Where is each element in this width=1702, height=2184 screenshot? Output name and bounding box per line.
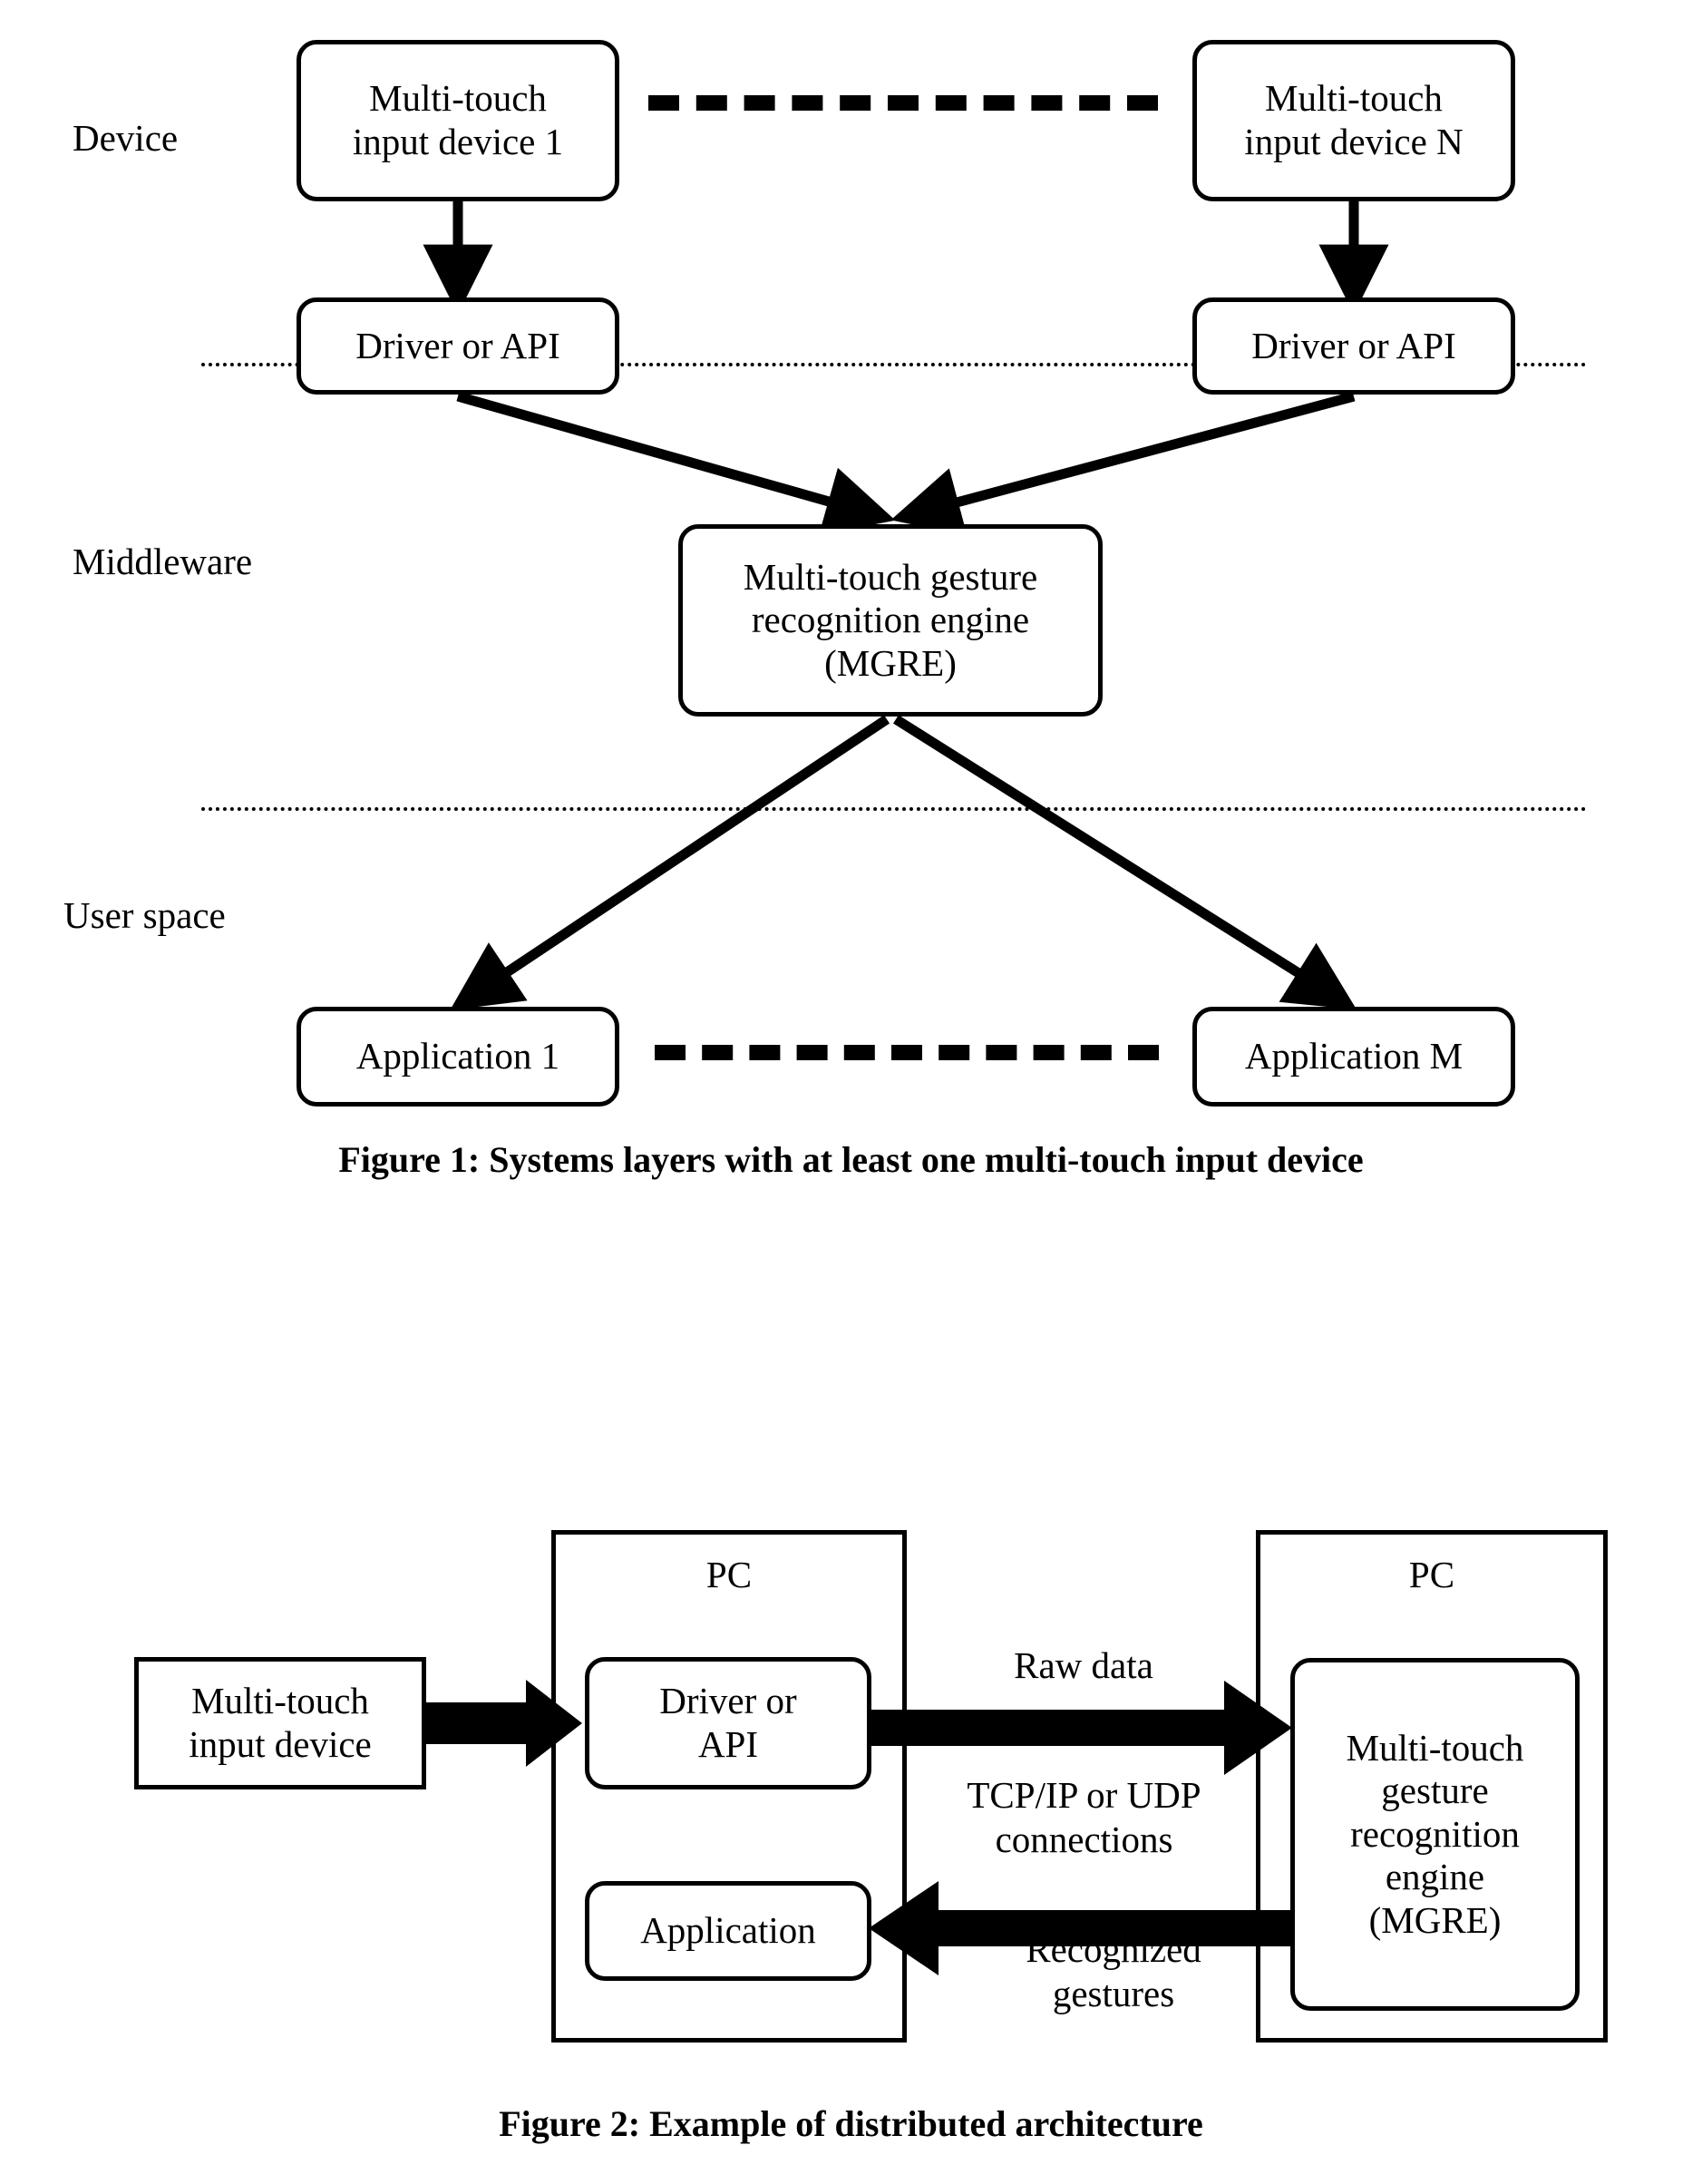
figure-2-caption: Figure 2: Example of distributed archite… bbox=[499, 2103, 1203, 2144]
node-application-1[interactable]: Application 1 bbox=[297, 1007, 619, 1107]
edge-label-recognized-gestures: Recognized gestures bbox=[1026, 1928, 1201, 2015]
node-label: Application M bbox=[1244, 1035, 1464, 1077]
node-label: Multi-touch input device 1 bbox=[352, 77, 564, 162]
layer-label-middleware: Middleware bbox=[73, 541, 253, 582]
node-driver-or-api-left[interactable]: Driver or API bbox=[297, 297, 619, 395]
node-application[interactable]: Application bbox=[585, 1881, 871, 1981]
node-label: Multi-touch input device bbox=[189, 1680, 372, 1765]
node-label: Driver or API bbox=[659, 1680, 797, 1765]
node-label: Multi-touch input device N bbox=[1244, 77, 1464, 162]
node-label: Driver or API bbox=[355, 324, 560, 366]
figure-1-caption: Figure 1: Systems layers with at least o… bbox=[338, 1139, 1364, 1180]
node-mgre-remote[interactable]: Multi-touch gesture recognition engine (… bbox=[1290, 1658, 1580, 2011]
edge-label-protocol: TCP/IP or UDP connections bbox=[967, 1774, 1201, 1861]
arrow-raw-data bbox=[869, 1681, 1292, 1775]
node-mgre[interactable]: Multi-touch gesture recognition engine (… bbox=[678, 524, 1103, 717]
node-multitouch-input-device-n[interactable]: Multi-touch input device N bbox=[1192, 40, 1515, 201]
node-label: Driver or API bbox=[1251, 324, 1456, 366]
device-ellipsis-connector bbox=[648, 95, 1158, 111]
container-pc-left-title: PC bbox=[705, 1554, 753, 1595]
separator-middleware-userspace bbox=[201, 807, 1587, 811]
node-multitouch-input-device-1[interactable]: Multi-touch input device 1 bbox=[297, 40, 619, 201]
edge-label-raw-data: Raw data bbox=[1014, 1644, 1153, 1686]
node-driver-or-api[interactable]: Driver or API bbox=[585, 1657, 871, 1789]
node-label: Application 1 bbox=[355, 1035, 560, 1077]
layer-label-userspace: User space bbox=[63, 894, 226, 936]
document-page: Device Middleware User space Multi-touch… bbox=[0, 0, 1702, 2184]
layer-label-device: Device bbox=[73, 117, 179, 159]
node-label: Application bbox=[640, 1909, 816, 1952]
container-pc-right-title: PC bbox=[1408, 1554, 1455, 1595]
node-application-m[interactable]: Application M bbox=[1192, 1007, 1515, 1107]
application-ellipsis-connector bbox=[655, 1045, 1159, 1060]
node-label: Multi-touch gesture recognition engine (… bbox=[743, 555, 1038, 684]
node-label: Multi-touch gesture recognition engine (… bbox=[1346, 1726, 1524, 1941]
node-driver-or-api-right[interactable]: Driver or API bbox=[1192, 297, 1515, 395]
node-multitouch-input-device[interactable]: Multi-touch input device bbox=[134, 1657, 426, 1789]
